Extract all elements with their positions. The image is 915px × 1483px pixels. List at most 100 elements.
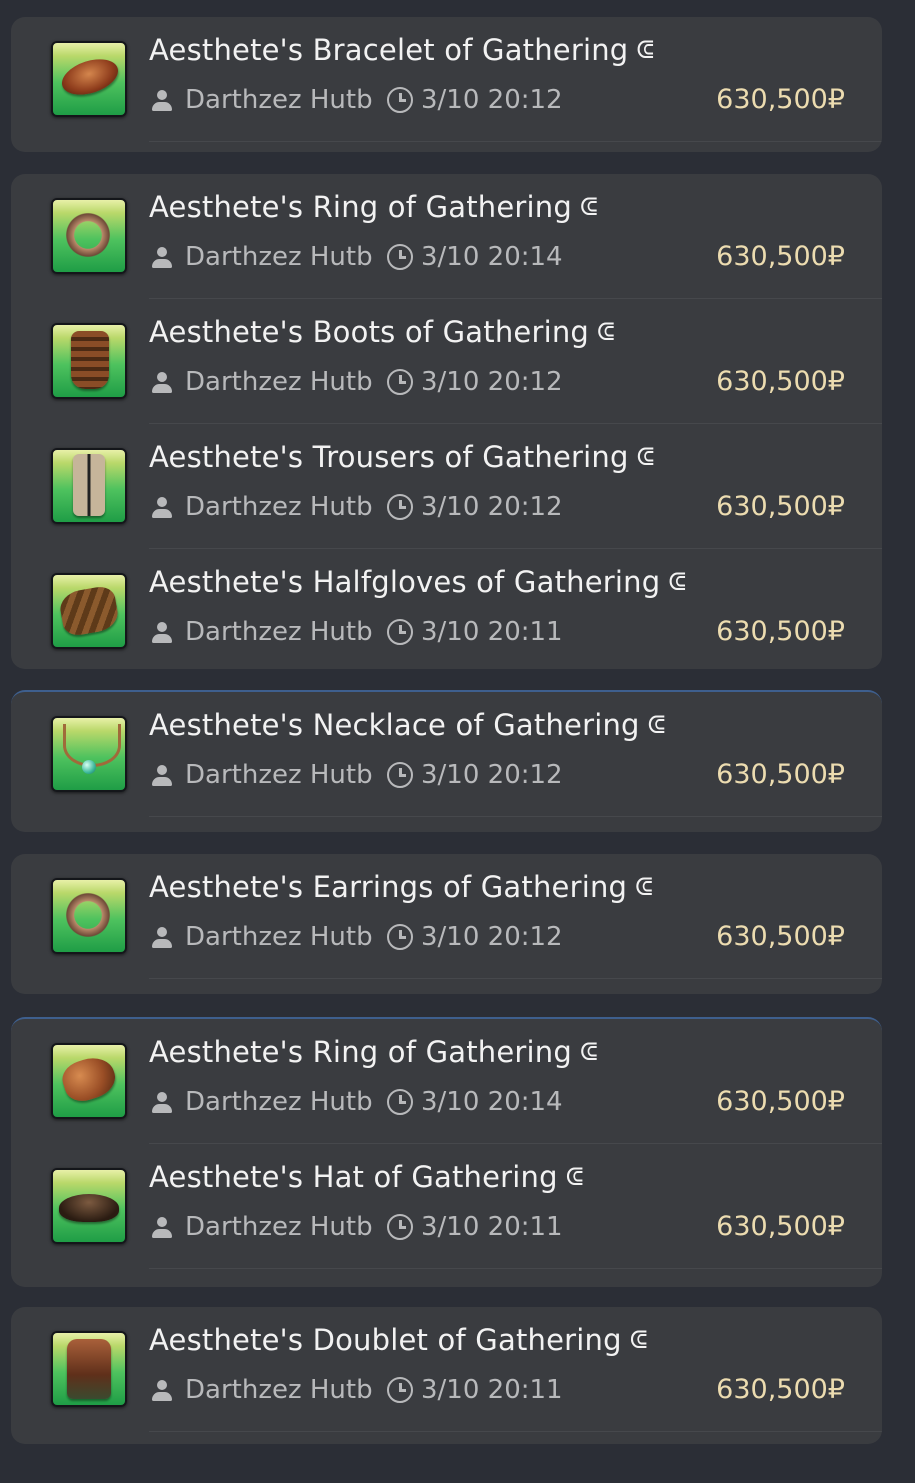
person-icon: [151, 1091, 173, 1113]
listing-row[interactable]: Aesthete's Bracelet of Gathering ᕳ Darthz…: [11, 17, 882, 142]
listing-row[interactable]: Aesthete's Trousers of Gathering ᕳ Darthz…: [11, 424, 882, 549]
listing-time: 3/10 20:11: [421, 617, 563, 647]
clock-icon: [387, 369, 413, 395]
high-quality-icon: ᕳ: [668, 568, 687, 596]
item-meta: Darthzez Hutb... 3/10 20:14: [151, 1085, 563, 1119]
listing-group: Aesthete's Ring of Gathering ᕳ Darthzez H…: [11, 1017, 882, 1287]
clock-icon: [387, 494, 413, 520]
doublet-icon: [51, 1331, 127, 1407]
item-meta: Darthzez Hutb... 3/10 20:12: [151, 83, 563, 117]
high-quality-icon: ᕳ: [635, 873, 654, 901]
item-meta: Darthzez Hutb... 3/10 20:14: [151, 240, 563, 274]
clock-icon: [387, 1214, 413, 1240]
seller-name: Darthzez Hutb...: [185, 760, 373, 790]
earrings-icon: [51, 878, 127, 954]
clock-icon: [387, 924, 413, 950]
item-meta: Darthzez Hutb... 3/10 20:11: [151, 1210, 563, 1244]
listing-row[interactable]: Aesthete's Halfgloves of Gathering ᕳ Dart…: [11, 549, 882, 669]
seller-name: Darthzez Hutb...: [185, 922, 373, 952]
person-icon: [151, 1379, 173, 1401]
item-meta: Darthzez Hutb... 3/10 20:12: [151, 758, 563, 792]
item-name: Aesthete's Bracelet of Gathering ᕳ: [149, 33, 655, 67]
high-quality-icon: ᕳ: [636, 443, 655, 471]
item-price: 630,500₽: [716, 616, 845, 647]
seller-name: Darthzez Hutb...: [185, 85, 373, 115]
listing-time: 3/10 20:12: [421, 492, 563, 522]
seller-name: Darthzez Hutb...: [185, 367, 373, 397]
item-price: 630,500₽: [716, 1374, 845, 1405]
listing-page: Aesthete's Bracelet of Gathering ᕳ Darthz…: [0, 0, 915, 1483]
high-quality-icon: ᕳ: [636, 36, 655, 64]
listing-row[interactable]: Aesthete's Earrings of Gathering ᕳ Darthz…: [11, 854, 882, 979]
listing-time: 3/10 20:14: [421, 1087, 563, 1117]
clock-icon: [387, 1089, 413, 1115]
item-name: Aesthete's Boots of Gathering ᕳ: [149, 315, 616, 349]
seller-name: Darthzez Hutb...: [185, 1212, 373, 1242]
listing-time: 3/10 20:12: [421, 760, 563, 790]
high-quality-icon: ᕳ: [579, 193, 599, 221]
person-icon: [151, 926, 173, 948]
item-name: Aesthete's Ring of Gathering ᕳ: [149, 1035, 599, 1069]
ring-icon: [51, 198, 127, 274]
item-name: Aesthete's Doublet of Gathering ᕳ: [149, 1323, 648, 1357]
listing-group: Aesthete's Necklace of Gathering ᕳ Darthz…: [11, 690, 882, 832]
item-name: Aesthete's Earrings of Gathering ᕳ: [149, 870, 654, 904]
listing-time: 3/10 20:12: [421, 922, 563, 952]
item-price: 630,500₽: [716, 366, 845, 397]
clock-icon: [387, 87, 413, 113]
item-price: 630,500₽: [716, 241, 845, 272]
listing-row[interactable]: Aesthete's Doublet of Gathering ᕳ Darthze…: [11, 1307, 882, 1432]
listing-row[interactable]: Aesthete's Ring of Gathering ᕳ Darthzez H…: [11, 1019, 882, 1144]
person-icon: [151, 371, 173, 393]
person-icon: [151, 496, 173, 518]
listing-time: 3/10 20:11: [421, 1375, 563, 1405]
clock-icon: [387, 762, 413, 788]
listing-group: Aesthete's Earrings of Gathering ᕳ Darthz…: [11, 854, 882, 994]
trousers-icon: [51, 448, 127, 524]
listing-group: Aesthete's Ring of Gathering ᕳ Darthzez H…: [11, 174, 882, 669]
clock-icon: [387, 244, 413, 270]
seller-name: Darthzez Hutb...: [185, 242, 373, 272]
item-price: 630,500₽: [716, 491, 845, 522]
item-price: 630,500₽: [716, 1211, 845, 1242]
item-meta: Darthzez Hutb... 3/10 20:12: [151, 920, 563, 954]
person-icon: [151, 764, 173, 786]
listing-row[interactable]: Aesthete's Ring of Gathering ᕳ Darthzez H…: [11, 174, 882, 299]
row-divider: [149, 816, 882, 817]
listing-group: Aesthete's Doublet of Gathering ᕳ Darthze…: [11, 1307, 882, 1444]
item-meta: Darthzez Hutb... 3/10 20:11: [151, 1373, 563, 1407]
row-divider: [149, 1268, 882, 1269]
item-name: Aesthete's Ring of Gathering ᕳ: [149, 190, 599, 224]
high-quality-icon: ᕳ: [629, 1326, 648, 1354]
row-divider: [149, 1431, 882, 1432]
halfgloves-icon: [51, 573, 127, 649]
item-meta: Darthzez Hutb... 3/10 20:11: [151, 615, 563, 649]
item-price: 630,500₽: [716, 759, 845, 790]
item-meta: Darthzez Hutb... 3/10 20:12: [151, 490, 563, 524]
person-icon: [151, 1216, 173, 1238]
listing-time: 3/10 20:12: [421, 85, 563, 115]
item-name: Aesthete's Necklace of Gathering ᕳ: [149, 708, 666, 742]
high-quality-icon: ᕳ: [647, 711, 666, 739]
clock-icon: [387, 1377, 413, 1403]
high-quality-icon: ᕳ: [597, 318, 616, 346]
listing-group: Aesthete's Bracelet of Gathering ᕳ Darthz…: [11, 17, 882, 152]
high-quality-icon: ᕳ: [579, 1038, 599, 1066]
person-icon: [151, 621, 173, 643]
person-icon: [151, 246, 173, 268]
bracelet-icon: [51, 41, 127, 117]
item-name: Aesthete's Hat of Gathering ᕳ: [149, 1160, 584, 1194]
row-divider: [149, 978, 882, 979]
item-name: Aesthete's Trousers of Gathering ᕳ: [149, 440, 655, 474]
seller-name: Darthzez Hutb...: [185, 1375, 373, 1405]
listing-time: 3/10 20:11: [421, 1212, 563, 1242]
listing-row[interactable]: Aesthete's Necklace of Gathering ᕳ Darthz…: [11, 692, 882, 817]
listing-row[interactable]: Aesthete's Boots of Gathering ᕳ Darthzez …: [11, 299, 882, 424]
item-price: 630,500₽: [716, 1086, 845, 1117]
listing-row[interactable]: Aesthete's Hat of Gathering ᕳ Darthzez Hu…: [11, 1144, 882, 1269]
item-meta: Darthzez Hutb... 3/10 20:12: [151, 365, 563, 399]
boots-icon: [51, 323, 127, 399]
hat-icon: [51, 1168, 127, 1244]
clock-icon: [387, 619, 413, 645]
necklace-icon: [51, 716, 127, 792]
